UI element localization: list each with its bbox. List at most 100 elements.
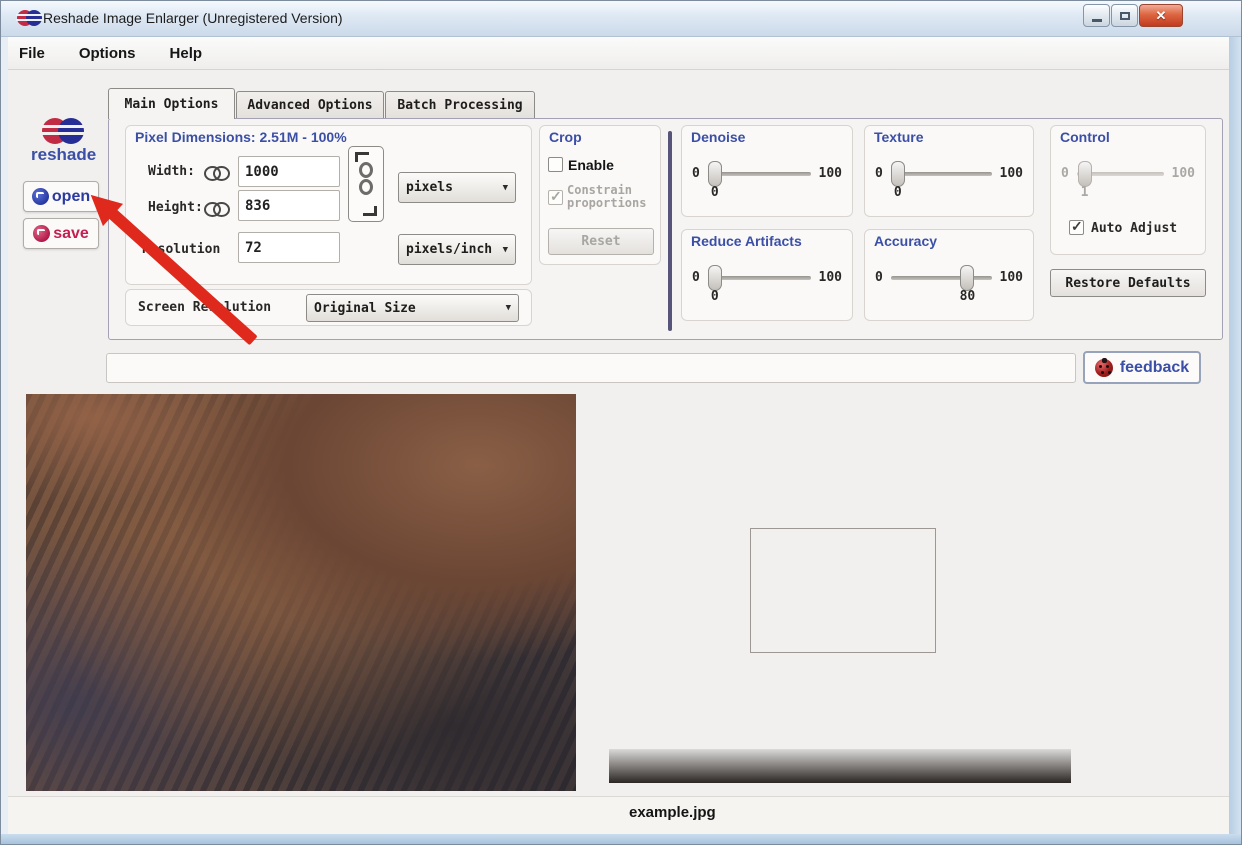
texture-slider[interactable]: 0 [890, 160, 992, 200]
constrain-proportions-label: Constrain proportions [567, 183, 647, 210]
feedback-button[interactable]: feedback [1083, 351, 1201, 384]
units-dropdown-value: pixels [406, 180, 453, 195]
height-label: Height: [148, 200, 203, 215]
progress-bar [106, 353, 1076, 383]
constrain-proportions-checkbox[interactable] [548, 188, 563, 205]
reduce-artifacts-group: Reduce Artifacts 0 0 100 [681, 229, 853, 321]
denoise-max: 100 [818, 166, 842, 181]
crop-reset-button[interactable]: Reset [548, 228, 654, 255]
control-value: 1 [1080, 184, 1089, 200]
restore-defaults-button[interactable]: Restore Defaults [1050, 269, 1206, 297]
save-icon [33, 225, 51, 242]
zoomed-preview-image [26, 394, 576, 791]
save-button[interactable]: save [23, 218, 99, 249]
menu-options[interactable]: Options [75, 42, 140, 65]
crop-enable-checkbox[interactable] [548, 157, 563, 172]
open-icon [31, 188, 49, 205]
pixel-dimensions-heading: Pixel Dimensions: 2.51M - 100% [135, 129, 347, 145]
width-label: Width: [148, 164, 195, 179]
height-link-icon[interactable] [204, 202, 230, 217]
pixel-dimensions-group: Pixel Dimensions: 2.51M - 100% Width: He… [125, 125, 532, 285]
denoise-slider-thumb[interactable] [707, 160, 722, 187]
window-edge-right [1229, 37, 1241, 834]
control-min: 0 [1061, 166, 1069, 181]
menu-bar: File Options Help [1, 37, 1241, 70]
main-options-panel: Pixel Dimensions: 2.51M - 100% Width: He… [108, 118, 1223, 340]
app-window: Reshade Image Enlarger (Unregistered Ver… [0, 0, 1242, 845]
denoise-value: 0 [710, 184, 719, 200]
tab-main-options[interactable]: Main Options [108, 88, 235, 119]
chevron-down-icon: ▼ [505, 303, 511, 313]
width-link-icon[interactable] [204, 166, 230, 181]
reduce-artifacts-slider-thumb[interactable] [707, 264, 722, 291]
selection-rectangle[interactable] [751, 529, 935, 652]
maximize-button[interactable] [1111, 4, 1138, 27]
height-input[interactable] [238, 190, 340, 221]
auto-adjust-label: Auto Adjust [1091, 221, 1178, 236]
resolution-units-dropdown[interactable]: pixels/inch ▼ [398, 234, 516, 265]
accuracy-slider-thumb[interactable] [960, 264, 975, 291]
screen-resolution-dropdown[interactable]: Original Size ▼ [306, 294, 519, 322]
texture-max: 100 [999, 166, 1023, 181]
control-slider-thumb[interactable] [1077, 160, 1092, 187]
accuracy-value: 80 [959, 288, 976, 304]
close-icon: ✕ [1155, 7, 1167, 23]
reduce-artifacts-value: 0 [710, 288, 719, 304]
crop-heading: Crop [549, 129, 582, 145]
texture-value: 0 [893, 184, 902, 200]
screen-resolution-value: Original Size [314, 300, 416, 316]
aspect-lock-chain-button[interactable] [348, 146, 384, 222]
ladybug-icon [1094, 357, 1113, 377]
reshade-logo: reshade [31, 118, 97, 165]
tab-batch-processing[interactable]: Batch Processing [385, 91, 535, 119]
accuracy-min: 0 [875, 270, 883, 285]
full-image-preview[interactable] [609, 399, 1071, 783]
auto-adjust-checkbox[interactable] [1069, 218, 1084, 235]
window-edge-left [1, 37, 8, 834]
chain-ring-icon [359, 162, 373, 178]
minimize-icon [1091, 18, 1102, 22]
filename-label: example.jpg [629, 804, 716, 821]
minimize-button[interactable] [1083, 4, 1110, 27]
feedback-button-label: feedback [1119, 358, 1190, 376]
texture-heading: Texture [874, 129, 924, 145]
close-button[interactable]: ✕ [1139, 4, 1183, 27]
width-input[interactable] [238, 156, 340, 187]
vertical-separator [668, 131, 672, 331]
menu-help[interactable]: Help [166, 42, 207, 65]
reduce-artifacts-max: 100 [818, 270, 842, 285]
screen-resolution-group: Screen Resolution Original Size ▼ [125, 289, 532, 326]
texture-slider-thumb[interactable] [890, 160, 905, 187]
save-button-label: save [53, 224, 89, 242]
control-group: Control 0 1 100 Auto Adjust [1050, 125, 1206, 255]
accuracy-slider[interactable]: 80 [890, 264, 992, 304]
control-slider[interactable]: 1 [1076, 160, 1164, 200]
resolution-units-value: pixels/inch [406, 242, 493, 257]
units-dropdown[interactable]: pixels ▼ [398, 172, 516, 203]
reshade-logo-text: reshade [31, 145, 97, 164]
menu-file[interactable]: File [15, 42, 49, 65]
denoise-group: Denoise 0 0 100 [681, 125, 853, 217]
accuracy-max: 100 [999, 270, 1023, 285]
reduce-artifacts-heading: Reduce Artifacts [691, 233, 802, 249]
reshade-logo-icon [40, 118, 86, 144]
app-logo-icon [16, 10, 44, 26]
denoise-slider[interactable]: 0 [707, 160, 811, 200]
control-heading: Control [1060, 129, 1110, 145]
texture-group: Texture 0 0 100 [864, 125, 1034, 217]
status-bar: example.jpg [8, 796, 1231, 834]
crop-enable-label: Enable [568, 157, 614, 173]
denoise-heading: Denoise [691, 129, 746, 145]
reduce-artifacts-min: 0 [692, 270, 700, 285]
accuracy-group: Accuracy 0 80 100 [864, 229, 1034, 321]
chevron-down-icon: ▼ [502, 182, 508, 193]
reduce-artifacts-slider[interactable]: 0 [707, 264, 811, 304]
maximize-icon [1119, 11, 1130, 20]
texture-min: 0 [875, 166, 883, 181]
tab-advanced-options[interactable]: Advanced Options [236, 91, 384, 119]
title-bar: Reshade Image Enlarger (Unregistered Ver… [1, 1, 1241, 37]
resolution-input[interactable] [238, 232, 340, 263]
crop-group: Crop Enable Constrain proportions Reset [539, 125, 661, 265]
window-title: Reshade Image Enlarger (Unregistered Ver… [43, 10, 343, 26]
accuracy-heading: Accuracy [874, 233, 938, 249]
